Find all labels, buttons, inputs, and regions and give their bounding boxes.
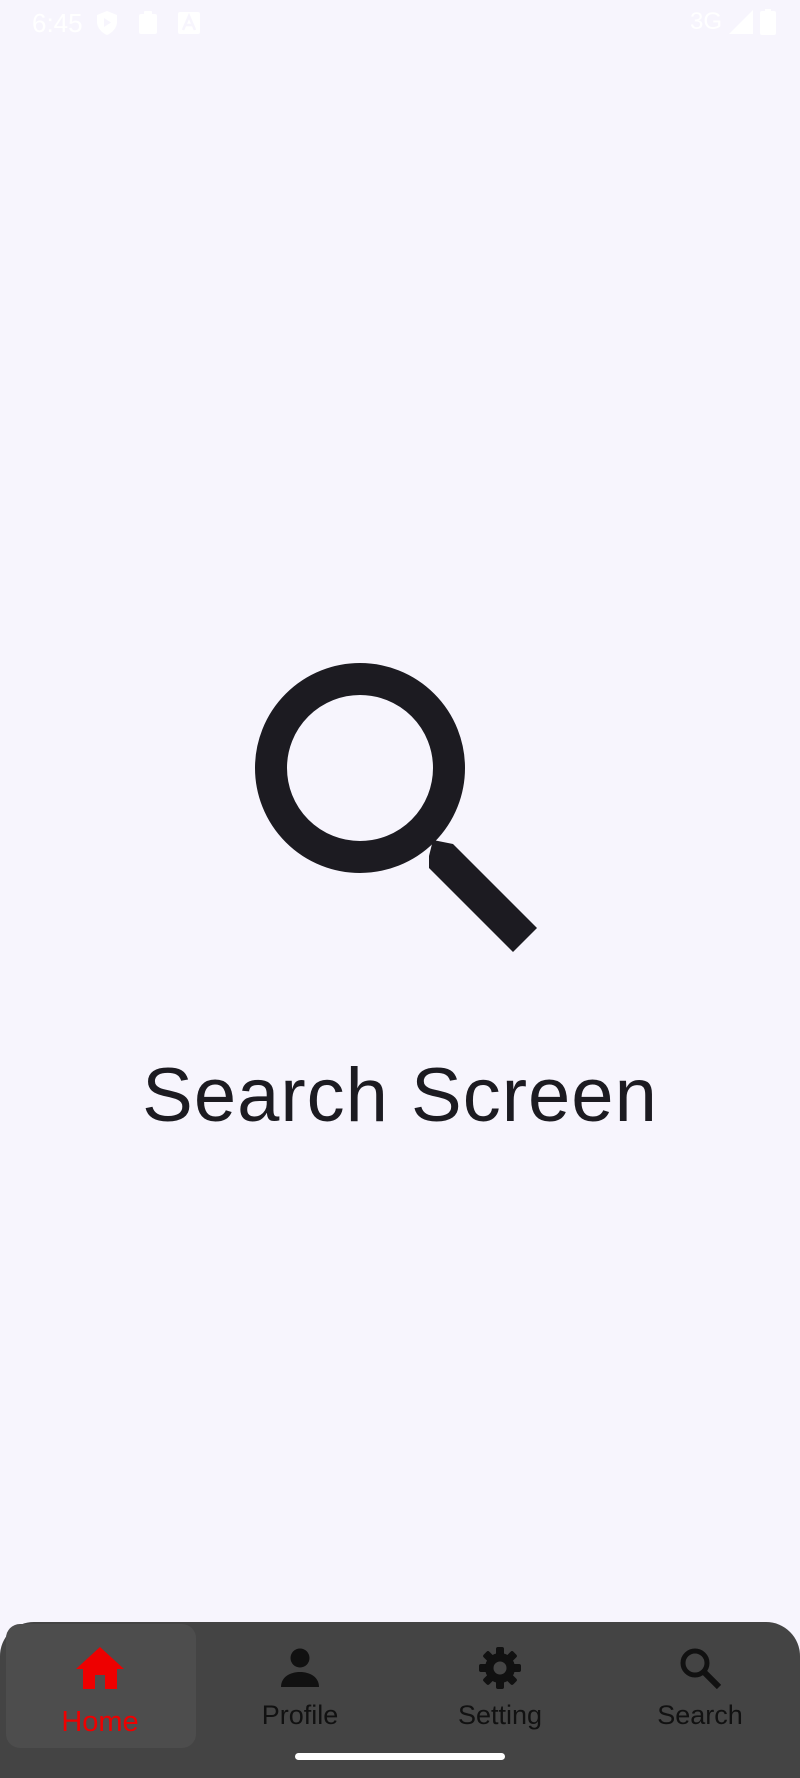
home-icon xyxy=(74,1642,126,1694)
nav-label-home: Home xyxy=(61,1706,139,1738)
nav-item-profile[interactable]: Profile xyxy=(200,1622,400,1752)
network-type: 3G xyxy=(689,8,722,35)
nav-label-search: Search xyxy=(657,1700,743,1730)
status-system-icons: 3G xyxy=(690,8,776,36)
status-time: 6:45 xyxy=(32,8,83,38)
gear-icon xyxy=(478,1642,522,1694)
battery-icon xyxy=(760,9,776,35)
home-indicator[interactable] xyxy=(295,1753,505,1760)
page-title: Search Screen xyxy=(142,1053,658,1138)
search-icon xyxy=(679,1642,721,1694)
person-icon xyxy=(280,1642,320,1694)
search-screen: 6:45 3G Search Screen Home Profile Setti… xyxy=(0,0,800,1778)
signal-icon xyxy=(728,9,754,35)
nav-item-setting[interactable]: Setting xyxy=(400,1622,600,1752)
status-notification-icons xyxy=(96,10,200,36)
nav-label-profile: Profile xyxy=(261,1700,339,1730)
nav-item-search[interactable]: Search xyxy=(600,1622,800,1752)
font-icon xyxy=(178,12,200,34)
nav-item-home[interactable]: Home xyxy=(0,1622,200,1752)
clipboard-icon xyxy=(138,11,158,35)
nav-label-setting: Setting xyxy=(457,1700,543,1730)
search-icon xyxy=(245,660,545,960)
shield-icon xyxy=(96,10,118,36)
status-bar: 6:45 3G xyxy=(0,0,800,46)
